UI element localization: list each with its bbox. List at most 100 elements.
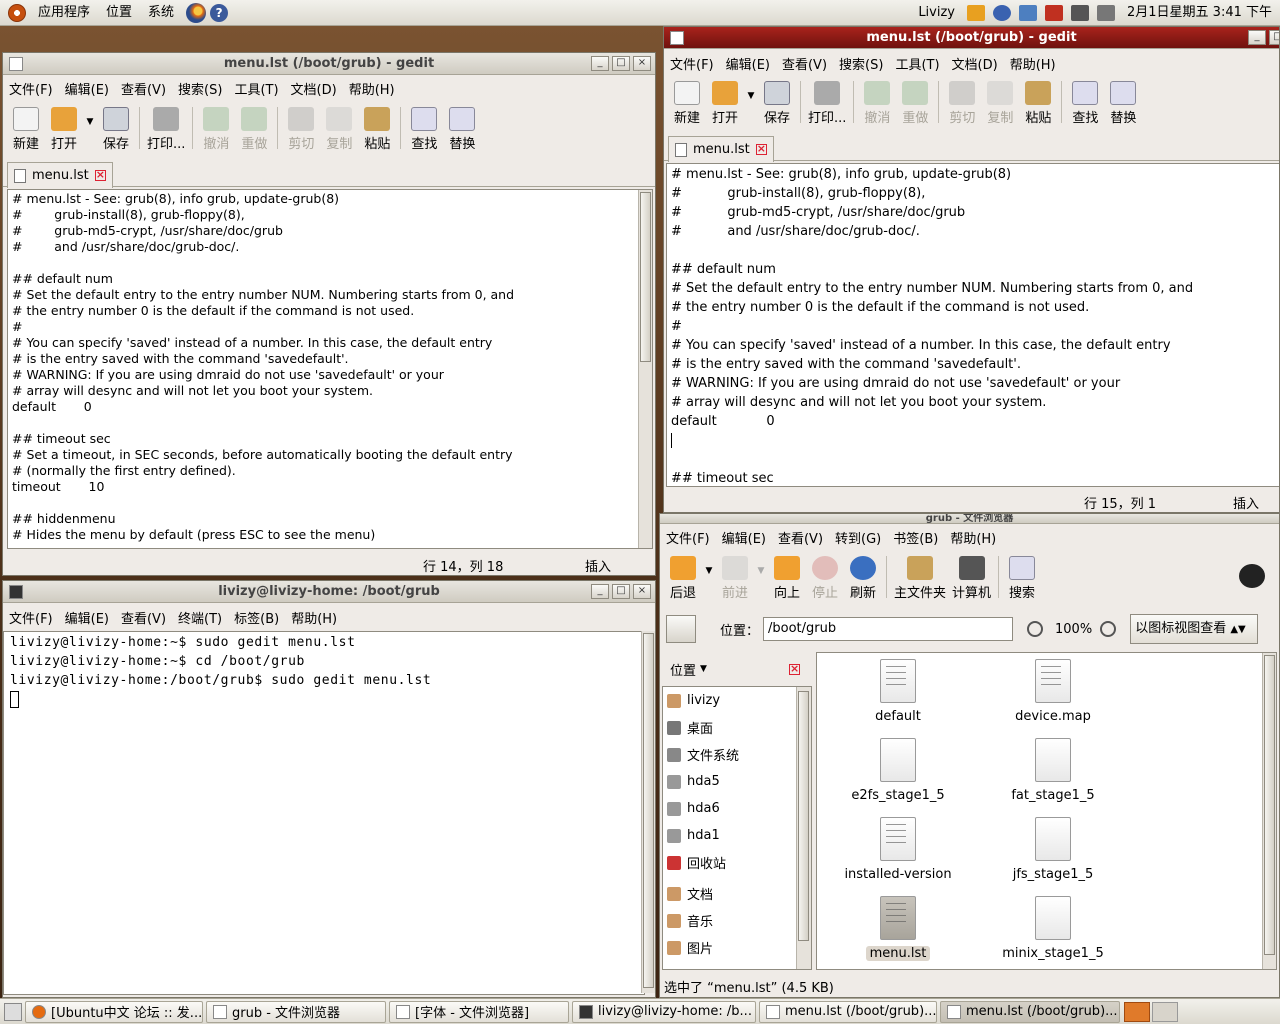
menu-view[interactable]: 查看(V) [115, 608, 172, 627]
minimize-button[interactable]: _ [591, 584, 609, 599]
maximize-button[interactable]: □ [612, 56, 630, 71]
print-button[interactable]: 打印... [144, 103, 188, 152]
menu-documents[interactable]: 文档(D) [946, 54, 1004, 73]
file-item[interactable]: e2fs_stage1_5 [823, 738, 973, 803]
titlebar[interactable]: menu.lst (/boot/grub) - gedit _ □ [664, 27, 1279, 49]
menu-view[interactable]: 查看(V) [115, 79, 172, 98]
open-button[interactable]: 打开 [706, 77, 744, 126]
reload-button[interactable]: 刷新 [844, 552, 882, 601]
menu-tabs[interactable]: 标签(B) [228, 608, 285, 627]
side-place-item[interactable]: 图片 [663, 934, 795, 961]
file-item[interactable]: jfs_stage1_5 [978, 817, 1128, 882]
side-place-item[interactable]: livizy [663, 687, 795, 714]
undo-button[interactable]: 撤消 [858, 77, 896, 126]
side-place-item[interactable]: 回收站 [663, 849, 795, 876]
home-button[interactable]: 主文件夹 [891, 552, 949, 601]
menu-view[interactable]: 查看(V) [772, 528, 829, 547]
workspace-switcher[interactable] [1124, 1001, 1150, 1022]
copy-button[interactable]: 复制 [981, 77, 1019, 126]
taskbar-item-fonts[interactable]: [字体 - 文件浏览器] [389, 1000, 569, 1023]
open-button[interactable]: 打开 [45, 103, 83, 152]
side-scrollbar[interactable] [796, 687, 811, 969]
taskbar-item-gedit-1[interactable]: menu.lst (/boot/grub)... [759, 1000, 937, 1023]
undo-button[interactable]: 撤消 [197, 103, 235, 152]
save-button[interactable]: 保存 [758, 77, 796, 126]
menu-tools[interactable]: 工具(T) [228, 79, 284, 98]
side-place-item[interactable]: hda1 [663, 822, 795, 849]
menu-help[interactable]: 帮助(H) [343, 79, 401, 98]
file-item[interactable]: default [823, 659, 973, 724]
titlebar[interactable]: grub - 文件浏览器 [660, 514, 1279, 524]
file-item[interactable]: menu.lst [823, 896, 973, 961]
scrollbar-thumb[interactable] [798, 691, 809, 941]
menu-search[interactable]: 搜索(S) [172, 79, 228, 98]
side-place-item[interactable]: hda5 [663, 768, 795, 795]
side-place-item[interactable]: 音乐 [663, 907, 795, 934]
back-button[interactable]: 后退 [664, 552, 702, 601]
minimize-button[interactable]: _ [591, 56, 609, 71]
side-place-item[interactable]: hda6 [663, 795, 795, 822]
menu-file[interactable]: 文件(F) [3, 608, 59, 627]
menu-terminal[interactable]: 终端(T) [172, 608, 228, 627]
minimize-button[interactable]: _ [1248, 30, 1266, 45]
menu-applications[interactable]: 应用程序 [30, 0, 98, 26]
taskbar-item-gedit-2[interactable]: menu.lst (/boot/grub)... [940, 1000, 1120, 1023]
terminal-screen[interactable]: livizy@livizy-home:~$ sudo gedit menu.ls… [3, 631, 645, 995]
find-button[interactable]: 查找 [405, 103, 443, 152]
menu-help[interactable]: 帮助(H) [285, 608, 343, 627]
ubuntu-logo-icon[interactable] [8, 3, 26, 22]
find-button[interactable]: 查找 [1066, 77, 1104, 126]
new-button[interactable]: 新建 [668, 77, 706, 126]
cut-button[interactable]: 剪切 [943, 77, 981, 126]
forward-dropdown-arrow[interactable]: ▼ [754, 552, 768, 576]
menu-file[interactable]: 文件(F) [660, 528, 716, 547]
computer-button[interactable]: 计算机 [949, 552, 994, 601]
menu-tools[interactable]: 工具(T) [889, 54, 945, 73]
copy-button[interactable]: 复制 [320, 103, 358, 152]
zoom-in-icon[interactable] [1100, 621, 1117, 637]
save-button[interactable]: 保存 [97, 103, 135, 152]
menu-help[interactable]: 帮助(H) [1004, 54, 1062, 73]
text-editor[interactable]: # menu.lst - See: grub(8), info grub, up… [666, 163, 1279, 487]
tab-close-icon[interactable]: × [94, 169, 106, 181]
close-button[interactable]: × [633, 584, 651, 599]
side-place-item[interactable]: 桌面 [663, 714, 795, 741]
text-editor[interactable]: # menu.lst - See: grub(8), info grub, up… [7, 189, 653, 549]
maximize-button[interactable]: □ [1269, 30, 1279, 45]
titlebar[interactable]: menu.lst (/boot/grub) - gedit _ □ × [3, 53, 655, 75]
taskbar-item-grub[interactable]: grub - 文件浏览器 [206, 1000, 386, 1023]
location-input[interactable]: /boot/grub [763, 617, 1014, 641]
menu-go[interactable]: 转到(G) [829, 528, 887, 547]
menu-edit[interactable]: 编辑(E) [716, 528, 772, 547]
paste-button[interactable]: 粘贴 [1019, 77, 1057, 126]
help-launcher-icon[interactable]: ? [210, 3, 229, 22]
open-dropdown-arrow[interactable]: ▼ [744, 77, 758, 101]
open-dropdown-arrow[interactable]: ▼ [83, 103, 97, 127]
view-mode-select[interactable]: 以图标视图查看 ▲▼ [1130, 614, 1259, 644]
side-pane-close-icon[interactable]: × [789, 663, 800, 675]
file-item[interactable]: fat_stage1_5 [978, 738, 1128, 803]
menu-places[interactable]: 位置 [98, 0, 140, 26]
side-place-item[interactable]: 文件系统 [663, 741, 795, 768]
titlebar[interactable]: livizy@livizy-home: /boot/grub _ □ × [3, 581, 655, 603]
taskbar-item-forum[interactable]: [Ubuntu中文 论坛 :: 发... [25, 1000, 203, 1023]
cut-button[interactable]: 剪切 [282, 103, 320, 152]
switch-user-icon[interactable] [967, 4, 985, 21]
up-button[interactable]: 向上 [768, 552, 806, 601]
menu-edit[interactable]: 编辑(E) [720, 54, 776, 73]
vertical-scrollbar[interactable] [641, 631, 655, 993]
menu-file[interactable]: 文件(F) [664, 54, 720, 73]
network-icon[interactable] [1019, 4, 1037, 21]
user-name[interactable]: Livizy [910, 0, 963, 26]
monitor-icon[interactable] [1071, 4, 1089, 21]
tab-menu-lst[interactable]: menu.lst × [7, 162, 113, 188]
menu-documents[interactable]: 文档(D) [285, 79, 343, 98]
tab-menu-lst[interactable]: menu.lst × [668, 136, 774, 162]
firefox-launcher-icon[interactable] [186, 2, 207, 23]
stop-button[interactable]: 停止 [806, 552, 844, 601]
redo-button[interactable]: 重做 [896, 77, 934, 126]
toggle-location-button[interactable] [666, 615, 696, 643]
search-button[interactable]: 搜索 [1003, 552, 1041, 601]
bluetooth-icon[interactable] [993, 4, 1011, 21]
clock[interactable]: 2月1日星期五 3:41 下午 [1119, 0, 1280, 26]
